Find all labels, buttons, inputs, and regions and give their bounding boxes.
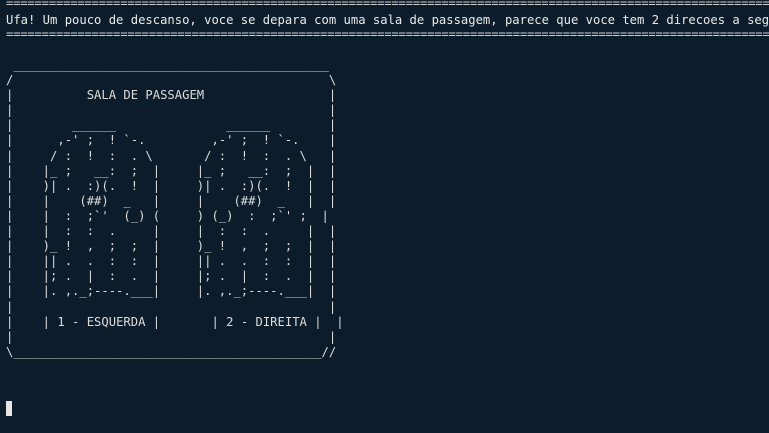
room-title: SALA DE PASSAGEM [86, 88, 205, 103]
separator-line-bottom: ========================================… [6, 30, 769, 38]
terminal-window[interactable]: ========================================… [0, 0, 769, 433]
terminal-cursor[interactable] [6, 401, 12, 416]
separator-line-top: ========================================… [6, 0, 769, 7]
game-message: Ufa! Um pouco de descanso, voce se depar… [6, 13, 769, 27]
ascii-room-art: ________________________________________… [6, 58, 344, 359]
door-option-right: 2 - DIREITA [226, 314, 307, 329]
door-option-left: 1 - ESQUERDA [57, 314, 146, 329]
